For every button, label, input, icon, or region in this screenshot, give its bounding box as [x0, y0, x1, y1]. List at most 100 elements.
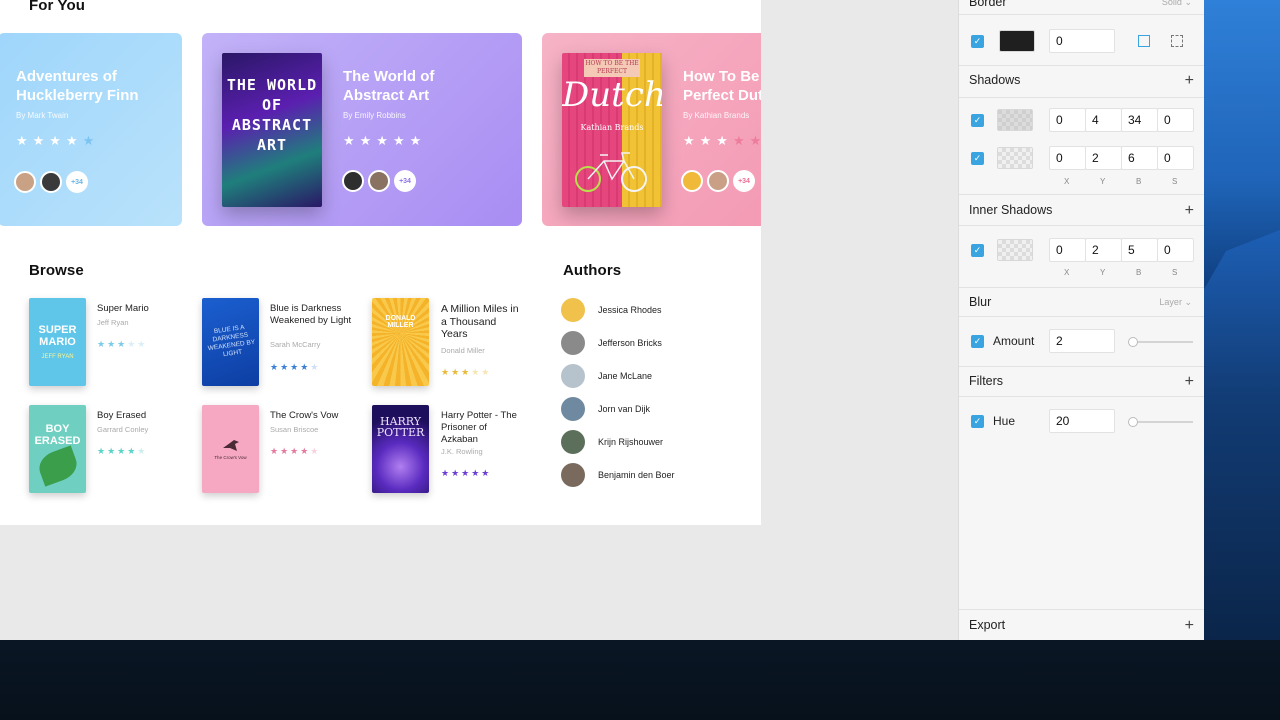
book-boy-erased[interactable]: BOY ERASED Boy Erased Garrard Conley ★★★…	[29, 405, 179, 495]
book-million-miles[interactable]: DONALD MILLER A Million Miles in a Thous…	[372, 298, 522, 388]
inner-shadow-y-field[interactable]: 2	[1085, 238, 1122, 262]
shadow-2-color-swatch[interactable]	[997, 147, 1033, 169]
avatar	[368, 170, 390, 192]
star-icon: ★	[310, 446, 321, 456]
rating-stars: ★★★★★	[270, 362, 320, 373]
star-icon: ★	[310, 362, 321, 372]
shadow-1-checkbox[interactable]: ✓	[971, 114, 984, 127]
hue-label: Hue	[993, 414, 1016, 428]
author-item[interactable]: Jefferson Bricks	[561, 331, 662, 355]
inner-shadow-blur-field[interactable]: 5	[1121, 238, 1158, 262]
avatar	[561, 331, 585, 355]
crow-icon	[222, 439, 239, 451]
shadow-2-x-field[interactable]: 0	[1049, 146, 1086, 170]
author-name: Jane McLane	[598, 371, 653, 381]
featured-card-title: The World of Abstract Art	[343, 68, 435, 104]
book-author: J.K. Rowling	[441, 447, 483, 456]
book-super-mario[interactable]: SUPER MARIO JEFF RYAN Super Mario Jeff R…	[29, 298, 179, 388]
author-item[interactable]: Jorn van Dijk	[561, 397, 650, 421]
book-author: Donald Miller	[441, 346, 485, 355]
border-outside-icon[interactable]	[1171, 35, 1183, 47]
shadow-1-x-field[interactable]: 0	[1049, 108, 1086, 132]
book-blue-is-darkness[interactable]: BLUE IS A DARKNESS WEAKENED BY LIGHT Blu…	[202, 298, 352, 388]
book-cover: HARRY POTTER	[372, 405, 429, 493]
featured-card-author: By Mark Twain	[16, 111, 69, 120]
cover-title: BLUE IS A DARKNESS WEAKENED BY LIGHT	[206, 324, 256, 359]
browse-heading: Browse	[29, 262, 84, 279]
chevron-down-icon: ⌄	[1184, 297, 1192, 307]
book-title: Harry Potter - The Prisoner of Azkaban	[441, 410, 517, 445]
featured-card-author: By Kathian Brands	[683, 111, 750, 120]
inner-shadow-color-swatch[interactable]	[997, 239, 1033, 261]
featured-card-abstract-art[interactable]: THE WORLD OF ABSTRACT ART The World of A…	[202, 33, 522, 226]
more-readers-badge: +34	[733, 170, 755, 192]
border-type-select[interactable]: Solid ⌄	[1162, 0, 1192, 8]
rating-stars: ★★★★★	[97, 446, 147, 457]
book-crows-vow[interactable]: The Crow's Vow The Crow's Vow Susan Bris…	[202, 405, 352, 495]
blur-amount-slider-knob[interactable]	[1128, 337, 1138, 347]
featured-card-title: How To Be Perfect Dut	[683, 68, 761, 104]
inner-shadow-spread-field[interactable]: 0	[1157, 238, 1194, 262]
check-icon: ✓	[973, 153, 982, 163]
blur-section-title: Blur	[969, 295, 992, 309]
add-inner-shadow-plus-icon[interactable]: +	[1185, 203, 1194, 219]
shadow-2-checkbox[interactable]: ✓	[971, 152, 984, 165]
book-author: Garrard Conley	[97, 425, 149, 434]
artboard[interactable]: For You Adventures of Huckleberry Finn B…	[0, 0, 761, 525]
add-export-plus-icon[interactable]: +	[1185, 618, 1194, 634]
check-icon: ✓	[973, 336, 982, 346]
shadow-1-spread-field[interactable]: 0	[1157, 108, 1194, 132]
add-filter-plus-icon[interactable]: +	[1185, 374, 1194, 390]
book-cover: THE WORLD OF ABSTRACT ART	[222, 53, 322, 207]
avatar	[342, 170, 364, 192]
rating-stars: ★★★★★	[441, 468, 491, 479]
check-icon: ✓	[973, 416, 982, 426]
shadow-1-color-swatch[interactable]	[997, 109, 1033, 131]
border-width-field[interactable]: 0	[1049, 29, 1115, 53]
check-icon: ✓	[973, 36, 982, 46]
blur-amount-field[interactable]: 2	[1049, 329, 1115, 353]
blur-type-select[interactable]: Layer ⌄	[1159, 297, 1192, 308]
shadow-1-y-field[interactable]: 4	[1085, 108, 1122, 132]
shadow-1-blur-field[interactable]: 34	[1121, 108, 1158, 132]
border-enabled-checkbox[interactable]: ✓	[971, 35, 984, 48]
book-author: Susan Briscoe	[270, 425, 319, 434]
book-cover: HOW TO BE THE PERFECT Dutch Kathian Bran…	[562, 53, 662, 207]
author-item[interactable]: Jane McLane	[561, 364, 652, 388]
border-inside-icon[interactable]	[1138, 35, 1150, 47]
hue-slider-track[interactable]	[1131, 421, 1193, 423]
author-item[interactable]: Benjamin den Boer	[561, 463, 675, 487]
cover-title: BOY ERASED	[34, 423, 81, 447]
author-item[interactable]: Krijn Rijshouwer	[561, 430, 663, 454]
inner-shadow-checkbox[interactable]: ✓	[971, 244, 984, 257]
rating-stars: ★★★★★	[441, 367, 491, 378]
star-icon: ★★★	[683, 133, 733, 148]
hue-field[interactable]: 20	[1049, 409, 1115, 433]
inspector-panel: Border Solid ⌄ ✓ 0 Shadows + ✓ 0 4 34 0 …	[958, 0, 1204, 640]
shadow-2-y-field[interactable]: 2	[1085, 146, 1122, 170]
star-icon: ★★	[127, 339, 148, 349]
hue-enabled-checkbox[interactable]: ✓	[971, 415, 984, 428]
b-label: B	[1136, 177, 1142, 186]
authors-heading: Authors	[563, 262, 622, 279]
cover-title: SUPER MARIO	[38, 324, 77, 348]
featured-card-huckleberry[interactable]: Adventures of Huckleberry Finn By Mark T…	[0, 33, 182, 226]
avatar	[561, 430, 585, 454]
blur-enabled-checkbox[interactable]: ✓	[971, 335, 984, 348]
x-label: X	[1064, 177, 1070, 186]
add-shadow-plus-icon[interactable]: +	[1185, 73, 1194, 89]
inner-shadow-x-field[interactable]: 0	[1049, 238, 1086, 262]
blur-amount-slider-track[interactable]	[1131, 341, 1193, 343]
border-color-swatch[interactable]	[999, 30, 1035, 52]
featured-card-perfect-dutch[interactable]: HOW TO BE THE PERFECT Dutch Kathian Bran…	[542, 33, 761, 226]
hue-slider-knob[interactable]	[1128, 417, 1138, 427]
rating-stars: ★★★★★	[683, 133, 761, 149]
shadow-2-blur-field[interactable]: 6	[1121, 146, 1158, 170]
shadow-2-spread-field[interactable]: 0	[1157, 146, 1194, 170]
avatar	[681, 170, 703, 192]
design-app-window: For You Adventures of Huckleberry Finn B…	[0, 0, 1204, 640]
star-icon: ★★★★	[270, 446, 311, 456]
export-section-title: Export	[969, 618, 1006, 632]
book-harry-potter[interactable]: HARRY POTTER Harry Potter - The Prisoner…	[372, 405, 522, 495]
author-item[interactable]: Jessica Rhodes	[561, 298, 662, 322]
